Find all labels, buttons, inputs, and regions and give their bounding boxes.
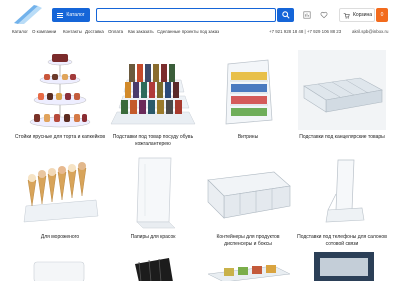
product-name[interactable]: Для мороженого [14, 234, 106, 241]
top-nav: Каталог О компании Контакты Доставка Опл… [12, 29, 392, 37]
ice-cream-stand-image [23, 162, 99, 223]
nav-item-delivery[interactable]: Доставка [85, 29, 104, 34]
nav-item-contacts[interactable]: Контакты [63, 29, 82, 34]
compare-icon [303, 11, 311, 19]
search-button[interactable] [277, 8, 294, 22]
product-name[interactable]: Подставки под канцелярские товары [296, 134, 388, 141]
product-image [135, 258, 173, 281]
product-name[interactable]: Подставки под телефоны для салонов сотов… [296, 234, 388, 248]
cart-icon [343, 12, 350, 19]
showcase-image [225, 59, 273, 125]
heart-icon [320, 12, 328, 19]
cake-stand-image [29, 54, 91, 128]
bottle-display-image [110, 64, 196, 125]
phone-numbers[interactable]: +7 921 928 18 48 | +7 929 106 88 23 [269, 29, 341, 34]
nav-item-payment[interactable]: Оплата [108, 29, 123, 34]
site-header: Каталог Корзина 0 [0, 0, 400, 28]
cart-count-badge[interactable]: 0 [376, 8, 388, 22]
phone-stand-image [325, 159, 365, 223]
cart-label: Корзина [353, 12, 373, 18]
nav-item-how-to-order[interactable]: Как заказать [128, 29, 154, 34]
cart-button[interactable]: Корзина [339, 8, 375, 22]
email-link[interactable]: akril.spb@inbox.ru [352, 29, 388, 34]
search-input[interactable] [97, 15, 275, 27]
product-image [33, 261, 85, 281]
catalog-button-label: Каталог [66, 12, 85, 18]
nav-item-catalog[interactable]: Каталог [12, 29, 28, 34]
food-container-image [207, 171, 291, 219]
stationery-holder-image [298, 50, 386, 130]
product-image [207, 265, 291, 281]
product-image [314, 252, 374, 281]
menu-icon [57, 12, 64, 18]
product-name[interactable]: Стойки ярусные для торта и капкейков [14, 134, 106, 141]
product-name[interactable]: Папиры для красок [107, 234, 199, 241]
nav-item-projects[interactable]: Сделанные проекты под заказ [157, 29, 219, 34]
search-box [96, 8, 276, 27]
product-name[interactable]: Подставки под товар посуду обувь кожгала… [107, 134, 199, 148]
catalog-button[interactable]: Каталог [52, 8, 90, 22]
paint-holder-image [136, 157, 176, 229]
product-name[interactable]: Витрины [202, 134, 294, 141]
nav-item-about[interactable]: О компании [32, 29, 56, 34]
product-name[interactable]: Контейнеры для продуктов диспенсеры и бо… [202, 234, 294, 248]
compare-button[interactable] [302, 10, 312, 20]
logo-icon[interactable] [12, 3, 46, 25]
favorites-button[interactable] [319, 10, 329, 20]
search-icon [281, 11, 290, 19]
